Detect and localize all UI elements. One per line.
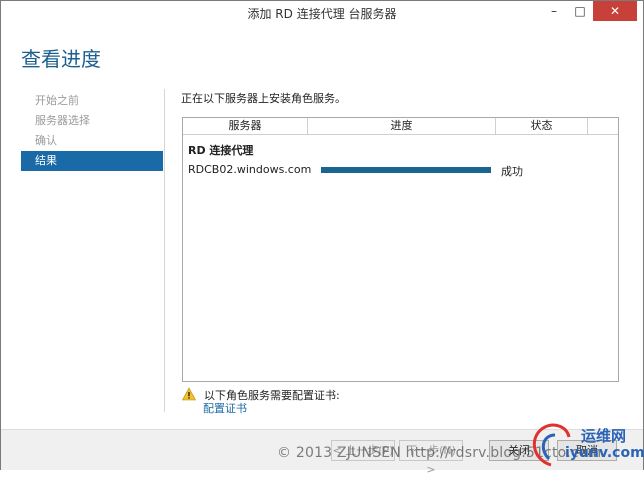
site-logo: 运维网 iyunv.com (521, 419, 644, 471)
progress-table: 服务器 进度 状态 RD 连接代理 RDCB02.windows.com 成功 (182, 117, 619, 382)
maximize-button[interactable]: □ (567, 1, 593, 21)
nav-item-results[interactable]: 结果 (21, 151, 163, 171)
status-text: 成功 (501, 165, 523, 178)
column-header-spacer (588, 118, 618, 134)
column-header-status[interactable]: 状态 (496, 118, 588, 134)
column-header-server[interactable]: 服务器 (183, 118, 308, 134)
server-name: RDCB02.windows.com (188, 163, 312, 176)
nav-item-confirmation[interactable]: 确认 (21, 131, 163, 151)
minimize-button[interactable]: – (541, 1, 567, 21)
group-title: RD 连接代理 (188, 144, 254, 157)
logo-line-2: iyunv.com (565, 445, 644, 461)
nav-item-before-you-begin[interactable]: 开始之前 (21, 91, 163, 111)
nav-item-server-selection[interactable]: 服务器选择 (21, 111, 163, 131)
warning-icon (182, 387, 196, 401)
window-controls: – □ ✕ (541, 1, 637, 21)
column-header-progress[interactable]: 进度 (308, 118, 496, 134)
logo-swirl-icon (533, 423, 571, 467)
logo-line-1: 运维网 (581, 427, 627, 445)
progress-fill (321, 167, 491, 173)
nav-divider (164, 89, 165, 412)
wizard-window: 添加 RD 连接代理 台服务器 – □ ✕ 查看进度 开始之前 服务器选择 确认… (0, 0, 644, 476)
table-header: 服务器 进度 状态 (183, 118, 618, 135)
table-row[interactable]: RDCB02.windows.com 成功 (183, 163, 618, 179)
intro-text: 正在以下服务器上安装角色服务。 (181, 92, 346, 105)
configure-certificate-link[interactable]: 配置证书 (203, 400, 247, 416)
page-title: 查看进度 (21, 47, 101, 71)
close-window-button[interactable]: ✕ (593, 1, 637, 21)
progress-bar (321, 167, 491, 173)
wizard-nav: 开始之前 服务器选择 确认 结果 (21, 91, 163, 171)
title-bar: 添加 RD 连接代理 台服务器 – □ ✕ (1, 1, 643, 25)
